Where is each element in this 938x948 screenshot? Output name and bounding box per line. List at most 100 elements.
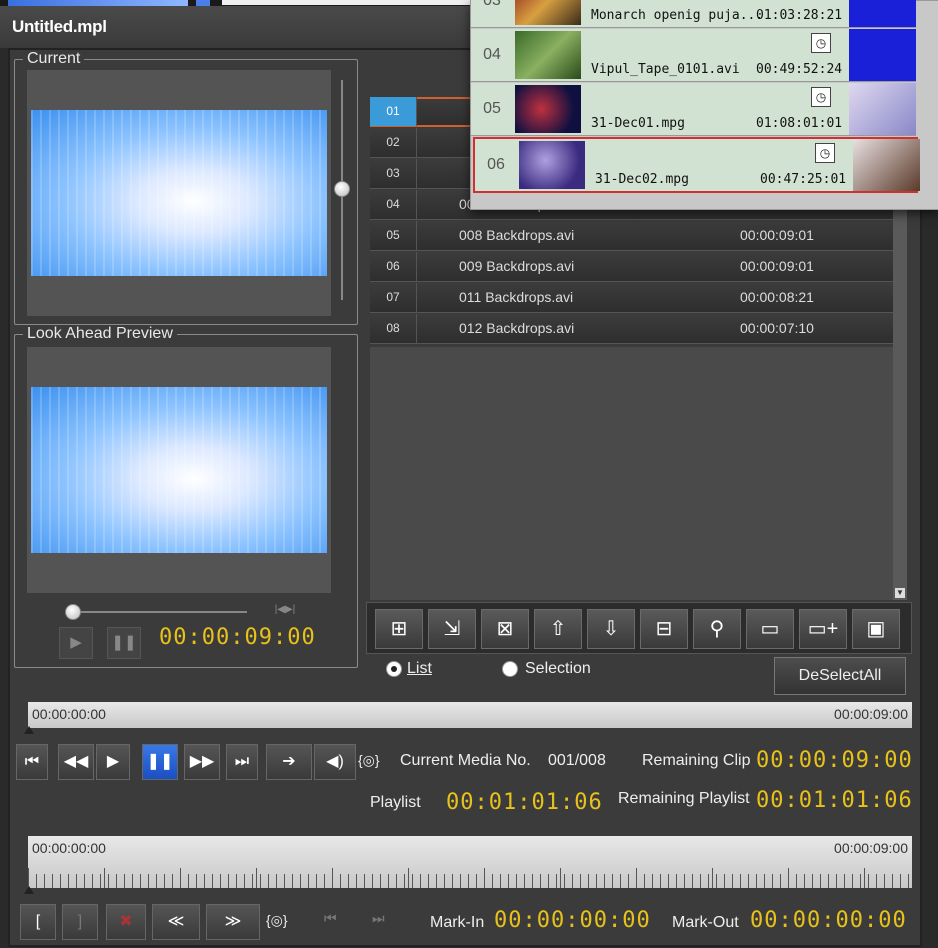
skip-start-icon: ⏮: [24, 753, 40, 770]
lookahead-jump-button[interactable]: |◀▶|: [271, 599, 299, 621]
row-duration: 00:00:09:01: [740, 258, 814, 274]
current-group: Current: [14, 50, 358, 325]
save-icon: ▣: [866, 618, 886, 640]
next-mark-icon[interactable]: ⏭: [372, 910, 385, 927]
clip-timeline[interactable]: 00:00:00:00 00:00:09:00: [28, 702, 912, 728]
media-indicator-icon: {◎}: [358, 752, 380, 768]
add-folder-button[interactable]: ▭+: [799, 609, 847, 649]
deselect-all-button[interactable]: DeSelectAll: [774, 657, 906, 695]
row-number: 08: [370, 314, 417, 343]
mark-timeline-marker[interactable]: [24, 886, 34, 894]
media-filename: 31-Dec01.mpg: [591, 116, 685, 131]
open-folder-button[interactable]: ▭: [746, 609, 794, 649]
lookahead-seek-track[interactable]: [71, 611, 247, 613]
current-video-frame: [31, 110, 327, 276]
import-button[interactable]: ⇲: [428, 609, 476, 649]
double-right-icon: ≫: [224, 913, 242, 930]
playlist-row[interactable]: 08 012 Backdrops.avi 00:00:07:10: [370, 314, 893, 344]
clear-mark-button[interactable]: ✖: [106, 904, 146, 940]
mark-timeline[interactable]: 00:00:00:00 00:00:09:00: [28, 836, 912, 888]
playlist-row[interactable]: 07 011 Backdrops.avi 00:00:08:21: [370, 283, 893, 313]
remaining-playlist-label: Remaining Playlist: [618, 790, 750, 807]
lookahead-play-button[interactable]: ▶: [59, 627, 93, 659]
move-down-button[interactable]: ⇩: [587, 609, 635, 649]
save-button[interactable]: ▣: [852, 609, 900, 649]
lookahead-timecode: 00:00:09:00: [159, 625, 316, 650]
mark-timeline-end: 00:00:09:00: [834, 840, 908, 856]
media-preview-thumbnail: [849, 0, 916, 27]
go-start-button[interactable]: ⏮: [16, 744, 48, 780]
clip-timeline-marker[interactable]: [24, 726, 34, 734]
audio-button[interactable]: ◀): [314, 744, 356, 780]
rewind-button[interactable]: ◀◀: [58, 744, 94, 780]
media-thumbnail: [515, 31, 581, 79]
media-filename: Vipul_Tape_0101.avi: [591, 62, 740, 77]
row-number: 04: [370, 190, 417, 219]
media-thumbnail: [519, 141, 585, 189]
delete-all-icon: ⊟: [655, 618, 673, 640]
play-button[interactable]: ▶: [96, 744, 130, 780]
timeline-major-ticks: [28, 868, 912, 888]
import-icon: ⇲: [443, 618, 461, 640]
media-row-number: 05: [483, 100, 501, 117]
loop-button[interactable]: ➔: [266, 744, 312, 780]
media-duration: 00:47:25:01: [760, 172, 847, 187]
media-row-number: 06: [487, 156, 505, 173]
playlist-row[interactable]: 06 009 Backdrops.avi 00:00:09:01: [370, 252, 893, 282]
move-down-icon: ⇩: [602, 618, 620, 640]
stamp-icon: ⚲: [709, 618, 725, 640]
mark-in-value: 00:00:00:00: [494, 908, 651, 933]
move-up-icon: ⇧: [549, 618, 567, 640]
mark-out-icon: ]: [77, 913, 83, 930]
mark-out-button[interactable]: ]: [62, 904, 98, 940]
pause-button[interactable]: ❚❚: [142, 744, 178, 780]
add-clip-icon: ⊞: [390, 618, 408, 640]
list-radio[interactable]: [386, 661, 402, 677]
media-clock-icon: ◷: [811, 87, 831, 107]
go-mark-out-button[interactable]: ≫: [206, 904, 260, 940]
lookahead-seek-handle[interactable]: [65, 604, 81, 620]
row-number: 01: [370, 97, 417, 126]
lookahead-group: Look Ahead Preview |◀▶| ▶ ❚❚ 00:00:09:00: [14, 325, 358, 668]
lookahead-preview-screen: [27, 347, 331, 593]
prev-mark-icon[interactable]: ⏮: [324, 910, 337, 927]
selection-radio[interactable]: [502, 661, 518, 677]
media-browser-popup: 03◷Monarch openig puja...01:03:28:2104◷V…: [470, 0, 938, 210]
jump-icon: |◀▶|: [274, 604, 296, 615]
go-end-button[interactable]: ⏭: [226, 744, 258, 780]
remove-clip-button[interactable]: ⊠: [481, 609, 529, 649]
playlist-row[interactable]: 05 008 Backdrops.avi 00:00:09:01: [370, 221, 893, 251]
media-preview-thumbnail: [853, 139, 920, 191]
lookahead-pause-button[interactable]: ❚❚: [107, 627, 141, 659]
fast-forward-button[interactable]: ▶▶: [184, 744, 220, 780]
playlist-empty-area[interactable]: [370, 347, 893, 600]
media-browser-row[interactable]: 04 ◷ Vipul_Tape_0101.avi 00:49:52:24: [471, 29, 916, 82]
playlist-time-value: 00:01:01:06: [446, 790, 603, 815]
mark-in-button[interactable]: [: [20, 904, 56, 940]
scroll-down-icon[interactable]: ▼: [895, 588, 905, 598]
list-radio-label[interactable]: List: [407, 660, 432, 678]
pause-icon: ❚❚: [111, 634, 137, 651]
media-browser-row[interactable]: 03◷Monarch openig puja...01:03:28:21: [471, 0, 916, 28]
mark-timeline-start: 00:00:00:00: [32, 840, 106, 856]
media-thumbnail: [515, 0, 581, 25]
speaker-icon: ◀): [326, 753, 344, 770]
play-icon: ▶: [106, 753, 120, 770]
media-browser-row[interactable]: 05 ◷ 31-Dec01.mpg 01:08:01:01: [471, 83, 916, 136]
delete-all-button[interactable]: ⊟: [640, 609, 688, 649]
add-clip-button[interactable]: ⊞: [375, 609, 423, 649]
row-filename: 009 Backdrops.avi: [459, 258, 575, 274]
move-up-button[interactable]: ⇧: [534, 609, 582, 649]
row-filename: 011 Backdrops.avi: [459, 289, 574, 305]
stamp-button[interactable]: ⚲: [693, 609, 741, 649]
media-browser-row[interactable]: 06 ◷ 31-Dec02.mpg 00:47:25:01: [473, 137, 920, 193]
volume-slider-handle[interactable]: [334, 181, 350, 197]
current-preview-screen: [27, 70, 331, 316]
media-row-number: 04: [483, 46, 501, 63]
remaining-playlist-value: 00:01:01:06: [756, 788, 913, 813]
selection-radio-label[interactable]: Selection: [525, 660, 591, 678]
playlist-label: Playlist: [370, 794, 421, 811]
clip-timeline-start: 00:00:00:00: [32, 706, 106, 722]
remaining-clip-value: 00:00:09:00: [756, 748, 913, 773]
go-mark-in-button[interactable]: ≪: [152, 904, 200, 940]
